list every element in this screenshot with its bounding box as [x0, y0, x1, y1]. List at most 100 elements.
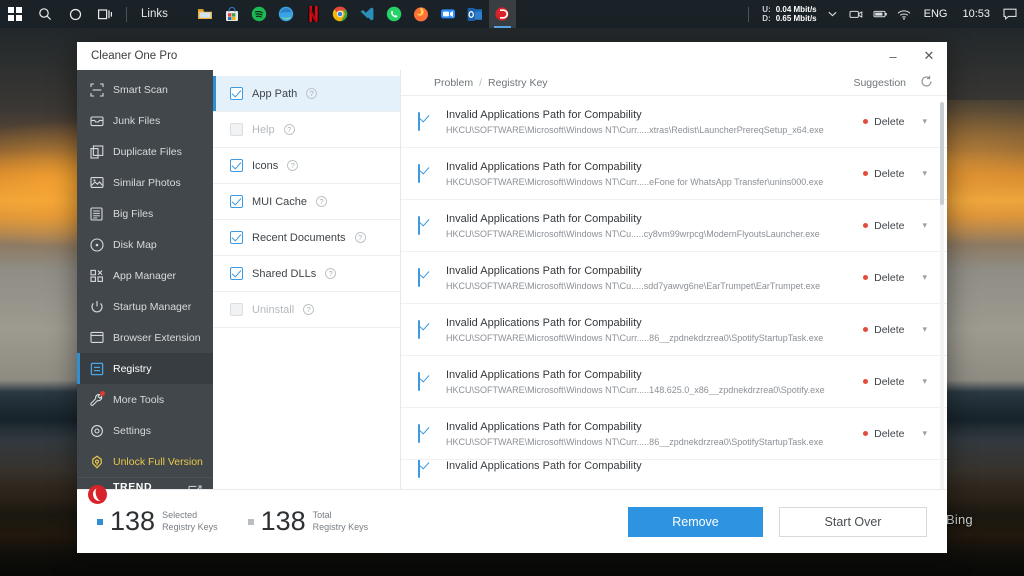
taskbar-app-netflix[interactable] — [300, 0, 327, 28]
task-view-button[interactable] — [90, 0, 120, 28]
camera-tray-icon[interactable] — [848, 0, 865, 28]
firefox-icon — [414, 7, 429, 22]
cortana-button[interactable] — [60, 0, 90, 28]
table-row[interactable]: Invalid Applications Path for Compabilit… — [401, 252, 947, 304]
row-checkbox[interactable] — [418, 111, 420, 131]
selected-label-line2: Registry Keys — [162, 521, 218, 532]
table-row[interactable]: Invalid Applications Path for Compabilit… — [401, 96, 947, 148]
taskbar-app-file-explorer[interactable] — [192, 0, 219, 28]
table-row[interactable]: Invalid Applications Path for Compabilit… — [401, 200, 947, 252]
chevron-down-icon[interactable]: ▾ — [922, 220, 927, 231]
help-icon[interactable]: ? — [283, 124, 295, 135]
taskbar-app-zoom[interactable] — [435, 0, 462, 28]
sidebar-item-disk-map[interactable]: Disk Map — [77, 229, 213, 260]
network-speed-indicator[interactable]: U: D: 0.04 Mbit/s 0.65 Mbit/s — [762, 5, 816, 23]
sidebar-item-duplicate-files[interactable]: Duplicate Files — [77, 136, 213, 167]
wifi-icon — [897, 9, 911, 20]
wifi-tray-icon[interactable] — [896, 0, 913, 28]
sidebar-item-more-tools[interactable]: More Tools — [77, 384, 213, 415]
sidebar-item-smart-scan[interactable]: Smart Scan — [77, 74, 213, 105]
sidebar-item-big-files[interactable]: Big Files — [77, 198, 213, 229]
show-hidden-icons-button[interactable] — [824, 0, 841, 28]
table-row[interactable]: Invalid Applications Path for Compabilit… — [401, 460, 947, 484]
category-recent-documents[interactable]: Recent Documents ? — [213, 220, 400, 256]
table-row[interactable]: Invalid Applications Path for Compabilit… — [401, 356, 947, 408]
row-checkbox-cell — [418, 423, 446, 443]
category-uninstall[interactable]: Uninstall ? — [213, 292, 400, 328]
sidebar-item-startup-manager[interactable]: Startup Manager — [77, 291, 213, 322]
list-scrollbar-track[interactable] — [940, 102, 944, 489]
sidebar-item-app-manager[interactable]: App Manager — [77, 260, 213, 291]
list-scrollbar-thumb[interactable] — [940, 102, 944, 205]
category-checkbox[interactable] — [230, 159, 243, 172]
row-problem-title: Invalid Applications Path for Compabilit… — [446, 420, 642, 433]
window-title: Cleaner One Pro — [91, 50, 178, 62]
sidebar-item-browser-extension[interactable]: Browser Extension — [77, 322, 213, 353]
category-shared-dlls[interactable]: Shared DLLs ? — [213, 256, 400, 292]
help-icon[interactable]: ? — [316, 196, 328, 207]
chevron-down-icon[interactable]: ▾ — [922, 324, 927, 335]
start-over-button[interactable]: Start Over — [779, 506, 927, 537]
action-center-button[interactable] — [1001, 0, 1018, 28]
help-icon[interactable]: ? — [325, 268, 337, 279]
category-mui-cache[interactable]: MUI Cache ? — [213, 184, 400, 220]
sidebar-item-junk-files[interactable]: Junk Files — [77, 105, 213, 136]
table-row[interactable]: Invalid Applications Path for Compabilit… — [401, 304, 947, 356]
taskbar-app-vs-code[interactable] — [354, 0, 381, 28]
category-help[interactable]: Help ? — [213, 112, 400, 148]
category-icons[interactable]: Icons ? — [213, 148, 400, 184]
taskbar-app-microsoft-store[interactable] — [219, 0, 246, 28]
row-checkbox[interactable] — [418, 423, 420, 443]
category-checkbox[interactable] — [230, 231, 243, 244]
table-row[interactable]: Invalid Applications Path for Compabilit… — [401, 408, 947, 460]
start-button[interactable] — [0, 0, 30, 28]
help-icon[interactable]: ? — [306, 88, 318, 99]
taskbar-app-cleaner-one-pro[interactable] — [488, 0, 516, 28]
chevron-down-icon[interactable]: ▾ — [922, 116, 927, 127]
category-checkbox[interactable] — [230, 267, 243, 280]
minimize-button[interactable]: – — [875, 42, 911, 70]
table-row[interactable]: Invalid Applications Path for Compabilit… — [401, 148, 947, 200]
chevron-down-icon[interactable]: ▾ — [922, 376, 927, 387]
help-icon[interactable]: ? — [287, 160, 299, 171]
category-checkbox[interactable] — [230, 87, 243, 100]
row-checkbox[interactable] — [418, 163, 420, 183]
close-button[interactable]: ✕ — [911, 42, 947, 70]
row-checkbox[interactable] — [418, 215, 420, 235]
language-indicator[interactable]: ENG — [920, 8, 952, 20]
search-button[interactable] — [30, 0, 60, 28]
row-problem-title: Invalid Applications Path for Compabilit… — [446, 316, 642, 329]
row-checkbox[interactable] — [418, 267, 420, 287]
sidebar-item-unlock-full-version[interactable]: Unlock Full Version — [77, 446, 213, 477]
row-checkbox[interactable] — [418, 371, 420, 391]
row-suggestion-label: Delete — [874, 219, 905, 232]
chevron-down-icon[interactable]: ▾ — [922, 272, 927, 283]
taskbar-app-microsoft-edge[interactable] — [273, 0, 300, 28]
sidebar-item-settings[interactable]: Settings — [77, 415, 213, 446]
taskbar-app-microsoft-outlook[interactable] — [462, 0, 489, 28]
links-toolbar-label[interactable]: Links — [133, 8, 176, 20]
row-checkbox[interactable] — [418, 460, 420, 478]
status-dot-icon — [863, 119, 869, 124]
category-checkbox[interactable] — [230, 303, 243, 316]
help-icon[interactable]: ? — [303, 304, 315, 315]
chevron-down-icon[interactable]: ▾ — [922, 168, 927, 179]
taskbar-app-firefox[interactable] — [408, 0, 435, 28]
taskbar-clock[interactable]: 10:53 — [958, 8, 994, 20]
battery-tray-icon[interactable] — [872, 0, 889, 28]
taskbar-app-spotify[interactable] — [246, 0, 273, 28]
refresh-icon[interactable] — [920, 75, 933, 91]
registry-issue-list[interactable]: Invalid Applications Path for Compabilit… — [401, 96, 947, 489]
row-checkbox[interactable] — [418, 319, 420, 339]
remove-button[interactable]: Remove — [628, 506, 763, 537]
taskbar-app-whatsapp[interactable] — [381, 0, 408, 28]
row-text-cell: Invalid Applications Path for Compabilit… — [446, 317, 853, 343]
help-icon[interactable]: ? — [354, 232, 366, 243]
taskbar-app-google-chrome[interactable] — [327, 0, 354, 28]
category-checkbox[interactable] — [230, 123, 243, 136]
sidebar-item-registry[interactable]: Registry — [77, 353, 213, 384]
category-checkbox[interactable] — [230, 195, 243, 208]
sidebar-item-similar-photos[interactable]: Similar Photos — [77, 167, 213, 198]
category-app-path[interactable]: App Path ? — [213, 76, 400, 112]
chevron-down-icon[interactable]: ▾ — [922, 428, 927, 439]
